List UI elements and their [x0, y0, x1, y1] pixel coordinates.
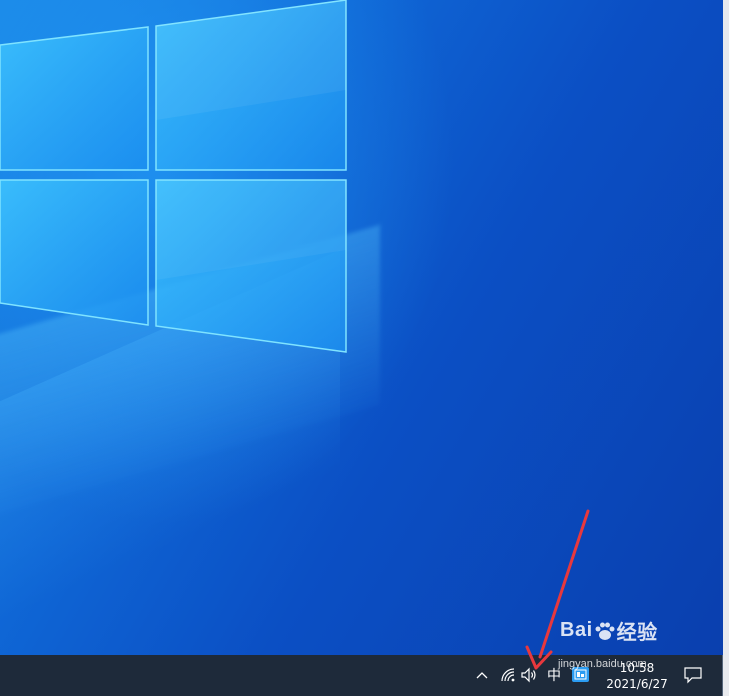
app-tray-icon[interactable] [572, 667, 589, 682]
speaker-icon[interactable] [520, 666, 538, 684]
ime-indicator[interactable]: 中 [545, 665, 563, 685]
window-edge [723, 0, 729, 655]
windows-logo [0, 0, 347, 353]
clock-time: 10:58 [619, 661, 655, 675]
taskbar[interactable]: 中 10:58 2021/6/27 [0, 655, 723, 696]
wifi-icon[interactable] [499, 666, 517, 684]
desktop[interactable] [0, 0, 729, 655]
clock-date: 2021/6/27 [606, 677, 668, 691]
taskbar-clock[interactable]: 10:58 2021/6/27 [600, 658, 674, 694]
action-center-icon[interactable] [682, 665, 704, 685]
window-edge [723, 655, 729, 696]
chevron-up-icon[interactable] [474, 665, 490, 685]
